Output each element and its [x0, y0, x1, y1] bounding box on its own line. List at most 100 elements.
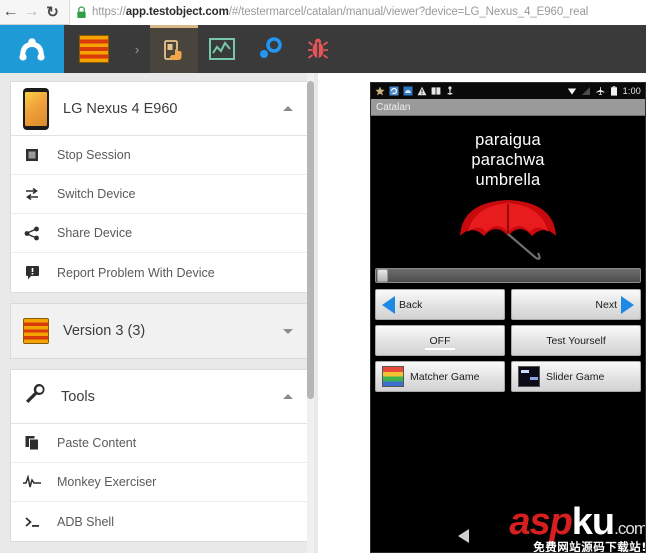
sidebar-item-label: Switch Device — [57, 187, 136, 201]
tools-card-header[interactable]: Tools — [11, 370, 307, 424]
sidebar-item-monkey-exerciser[interactable]: Monkey Exerciser — [11, 463, 307, 502]
matcher-game-button[interactable]: Matcher Game — [375, 361, 505, 392]
next-button[interactable]: Next — [511, 289, 641, 320]
button-label: Test Yourself — [546, 334, 606, 347]
browser-reload-icon[interactable]: ↻ — [42, 0, 63, 25]
chevron-up-icon[interactable] — [283, 393, 293, 399]
sidebar-item-report-problem[interactable]: Report Problem With Device — [11, 253, 307, 292]
gears-icon — [260, 37, 282, 58]
chevron-down-icon[interactable] — [283, 329, 293, 334]
button-label: OFF — [429, 334, 451, 347]
sidebar-item-switch-device[interactable]: Switch Device — [11, 175, 307, 214]
back-button[interactable]: Back — [375, 289, 505, 320]
url-scheme: https:// — [92, 6, 126, 18]
browser-chrome: ← → ↻ https://app.testobject.com/#/teste… — [0, 0, 646, 25]
address-bar[interactable]: https://app.testobject.com/#/testermarce… — [69, 0, 646, 25]
bug-icon — [307, 38, 329, 59]
app-toolbar: › — [0, 25, 646, 73]
sidebar-item-label: ADB Shell — [57, 514, 114, 529]
android-action-bar: Catalan — [371, 99, 645, 116]
url-path: /#/testermarcel/catalan/manual/viewer?de… — [228, 6, 589, 18]
android-status-bar: 1:00 — [371, 83, 645, 99]
version-card[interactable]: Version 3 (3) — [10, 303, 308, 359]
report-flag-icon — [23, 264, 41, 282]
settings-tab[interactable] — [246, 25, 294, 73]
android-nav-bar — [371, 519, 645, 552]
sync-icon — [389, 86, 399, 96]
sidebar-item-paste-content[interactable]: Paste Content — [11, 424, 307, 463]
sidebar-item-label: Share Device — [57, 226, 133, 240]
sidebar-item-stop-session[interactable]: Stop Session — [11, 136, 307, 175]
app-catalan[interactable] — [64, 25, 124, 73]
manual-testing-tab[interactable] — [150, 25, 198, 73]
chart-line-icon — [209, 38, 235, 60]
wrench-icon — [23, 382, 47, 411]
airplane-mode-icon — [596, 87, 605, 95]
slider-thumb[interactable] — [377, 269, 388, 282]
waveform-icon — [23, 473, 41, 491]
sidebar-scrollbar-thumb[interactable] — [307, 81, 314, 399]
battery-icon — [610, 86, 617, 96]
slider-game-button[interactable]: Slider Game — [511, 361, 641, 392]
browser-back-icon[interactable]: ← — [0, 0, 21, 25]
phone-thumbnail-icon — [23, 87, 49, 130]
catalan-flag-icon — [79, 35, 109, 63]
test-yourself-button[interactable]: Test Yourself — [511, 325, 641, 356]
paste-icon — [23, 434, 41, 452]
sidebar-item-label: Monkey Exerciser — [57, 475, 157, 489]
umbrella-image — [371, 192, 645, 264]
android-back-triangle-icon[interactable] — [457, 529, 469, 543]
button-label: Next — [595, 298, 617, 311]
off-toggle-button[interactable]: OFF — [375, 325, 505, 356]
version-card-header[interactable]: Version 3 (3) — [11, 304, 307, 358]
button-label: Back — [399, 298, 423, 311]
bugs-tab[interactable] — [294, 25, 342, 73]
status-bar-time: 1:00 — [622, 86, 641, 96]
lock-icon — [77, 5, 86, 18]
word-english: umbrella — [475, 171, 541, 189]
chevron-up-icon[interactable] — [283, 105, 293, 111]
gear-logo-icon — [19, 38, 45, 61]
app-content: paraigua parachwa umbrella Back Next OFF… — [371, 116, 645, 552]
triangle-left-icon — [382, 295, 395, 314]
tools-card: Tools Paste Content Monkey Exerciser ADB… — [10, 369, 308, 542]
word-catalan: paraigua — [475, 131, 541, 149]
action-button-grid: Back Next OFF Test Yourself Matcher Game… — [375, 289, 641, 392]
url-host: app.testobject.com — [125, 6, 229, 18]
book-icon — [431, 87, 441, 95]
browser-forward-icon[interactable]: → — [21, 0, 42, 25]
sidebar-item-label: Report Problem With Device — [57, 265, 215, 280]
content-scroll-slider[interactable] — [375, 268, 641, 283]
device-name: LG Nexus 4 E960 — [63, 100, 178, 117]
device-card-header[interactable]: LG Nexus 4 E960 — [11, 82, 307, 136]
share-nodes-icon — [23, 224, 41, 242]
stop-square-icon — [23, 146, 41, 164]
wifi-icon — [567, 88, 576, 95]
tools-label: Tools — [61, 388, 95, 405]
slider-tiles-icon — [518, 366, 540, 387]
warning-triangle-icon — [417, 86, 427, 96]
app-title: Catalan — [376, 101, 411, 113]
sidebar-item-label: Stop Session — [57, 148, 131, 162]
breadcrumb-chevron: › — [124, 25, 150, 73]
color-grid-icon — [382, 366, 404, 387]
testobject-logo[interactable] — [0, 25, 64, 73]
triangle-right-icon — [621, 295, 634, 314]
button-label: Slider Game — [546, 370, 605, 383]
sidebar-item-adb-shell[interactable]: ADB Shell — [11, 502, 307, 541]
word-list: paraigua parachwa umbrella — [371, 116, 645, 190]
off-underline — [425, 348, 455, 350]
star-icon — [375, 86, 385, 96]
main-area: LG Nexus 4 E960 Stop Session Switch Devi… — [0, 73, 646, 553]
device-screen[interactable]: 1:00 Catalan paraigua parachwa umbrella — [370, 82, 646, 553]
device-card: LG Nexus 4 E960 Stop Session Switch Devi… — [10, 81, 308, 293]
cloud-icon — [403, 86, 413, 96]
version-label: Version 3 (3) — [63, 323, 146, 339]
signal-icon — [581, 87, 590, 95]
reports-tab[interactable] — [198, 25, 246, 73]
sidebar-item-share-device[interactable]: Share Device — [11, 214, 307, 253]
app-root: ← → ↻ https://app.testobject.com/#/teste… — [0, 0, 646, 553]
device-viewport-area: 1:00 Catalan paraigua parachwa umbrella — [318, 73, 646, 553]
usb-icon — [447, 86, 453, 95]
button-label: Matcher Game — [410, 370, 480, 383]
